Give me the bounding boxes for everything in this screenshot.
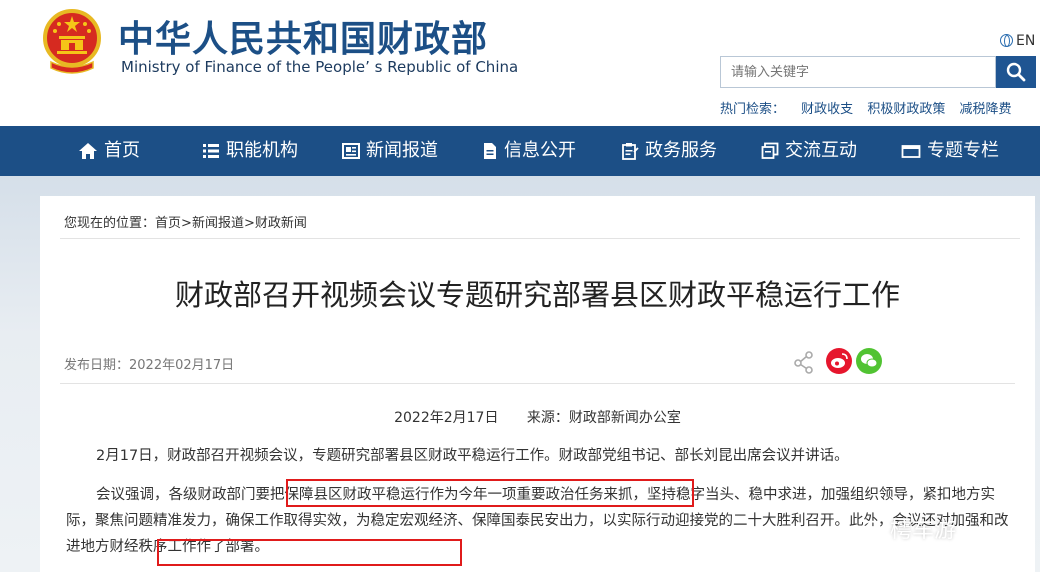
- weibo-share-icon[interactable]: [826, 348, 852, 374]
- nav-label: 新闻报道: [366, 140, 438, 161]
- list-icon: [203, 144, 219, 158]
- hot-link-fiscal-policy[interactable]: 积极财政政策: [867, 102, 945, 117]
- publish-date: 发布日期：2022年02月17日: [64, 358, 235, 373]
- globe-icon: [1000, 34, 1013, 47]
- breadcrumb-finance-news[interactable]: 财政新闻: [255, 216, 307, 231]
- language-switch[interactable]: EN: [1000, 33, 1035, 49]
- nav-label: 交流互动: [785, 140, 857, 161]
- nav-item-services[interactable]: 政务服务: [621, 126, 717, 176]
- site-header: 中华人民共和国财政部 Ministry of Finance of the Pe…: [0, 0, 1040, 126]
- hot-search-label: 热门检索：: [720, 102, 786, 117]
- nav-item-info-disclosure[interactable]: 信息公开: [482, 126, 576, 176]
- highlight-box: [157, 539, 462, 566]
- breadcrumb-separator: >: [243, 216, 255, 231]
- national-emblem-icon: [43, 9, 101, 74]
- share-icon[interactable]: [792, 350, 816, 374]
- wechat-icon: [861, 354, 878, 368]
- window-icon: [901, 145, 921, 158]
- article-source-line: 2022年2月17日 来源：财政部新闻办公室: [40, 407, 1035, 427]
- breadcrumb-separator: >: [181, 216, 192, 231]
- highlight-box: [286, 479, 694, 507]
- divider: [60, 238, 1020, 239]
- breadcrumb-home[interactable]: 首页: [155, 216, 181, 231]
- hot-search: 热门检索： 财政收支 积极财政政策 减税降费: [720, 98, 1021, 117]
- document-icon: [484, 143, 496, 159]
- nav-item-special-topics[interactable]: 专题专栏: [901, 126, 999, 176]
- home-icon: [79, 143, 97, 159]
- chat-icon: [761, 142, 779, 159]
- nav-label: 首页: [104, 140, 140, 161]
- wechat-watermark-icon: [862, 520, 886, 539]
- breadcrumb: 您现在的位置：首页>新闻报道>财政新闻: [64, 212, 307, 231]
- news-icon: [342, 143, 360, 159]
- nav-item-interaction[interactable]: 交流互动: [761, 126, 857, 176]
- nav-item-news[interactable]: 新闻报道: [342, 126, 438, 176]
- watermark: 樗车游: [862, 512, 956, 544]
- weibo-icon: [831, 353, 848, 368]
- nav-item-home[interactable]: 首页: [78, 126, 140, 176]
- breadcrumb-prefix: 您现在的位置：: [64, 216, 156, 231]
- search-input[interactable]: [729, 57, 991, 87]
- search-box[interactable]: [720, 56, 996, 88]
- search-button[interactable]: [996, 56, 1036, 88]
- nav-item-functions[interactable]: 职能机构: [202, 126, 298, 176]
- language-label[interactable]: EN: [1016, 33, 1035, 49]
- article-source: 来源：财政部新闻办公室: [526, 410, 681, 426]
- watermark-text: 樗车游: [890, 518, 957, 543]
- article-date: 2022年2月17日: [394, 410, 499, 426]
- article-title: 财政部召开视频会议专题研究部署县区财政平稳运行工作: [174, 278, 900, 312]
- wechat-share-icon[interactable]: [856, 348, 882, 374]
- nav-label: 信息公开: [504, 140, 576, 161]
- hot-link-fiscal-revenue[interactable]: 财政收支: [801, 102, 853, 117]
- nav-label: 职能机构: [226, 140, 298, 161]
- divider: [60, 383, 1015, 384]
- hot-link-tax-cut[interactable]: 减税降费: [959, 102, 1011, 117]
- search-icon: [1006, 62, 1026, 82]
- nav-label: 专题专栏: [927, 140, 999, 161]
- site-title-en[interactable]: Ministry of Finance of the People’ s Rep…: [121, 58, 518, 76]
- clipboard-icon: [622, 143, 639, 160]
- nav-label: 政务服务: [645, 140, 717, 161]
- article-paragraph: 2月17日，财政部召开视频会议，专题研究部署县区财政平稳运行工作。财政部党组书记…: [96, 448, 849, 464]
- main-nav: 首页 职能机构 新闻报道 信息公开 政务服务 交流互动 专题专栏: [0, 126, 1040, 176]
- site-title-cn[interactable]: 中华人民共和国财政部: [118, 10, 488, 62]
- breadcrumb-news[interactable]: 新闻报道: [192, 216, 244, 231]
- share-bar: [792, 348, 892, 376]
